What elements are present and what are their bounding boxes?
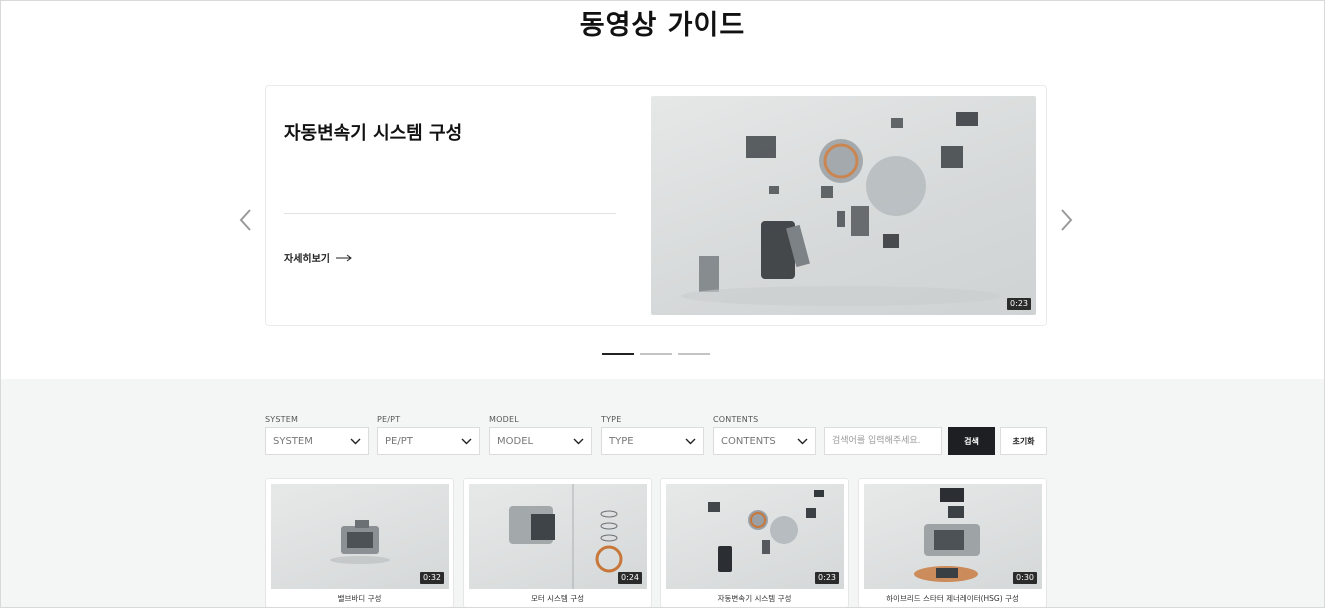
carousel-dot-1[interactable]: [602, 353, 634, 355]
carousel-prev-button[interactable]: [238, 207, 254, 237]
chevron-down-icon: [461, 438, 472, 444]
view-details-link[interactable]: 자세히보기: [284, 250, 352, 265]
chevron-down-icon: [685, 438, 696, 444]
type-select[interactable]: TYPE: [601, 427, 704, 455]
search-input[interactable]: [824, 427, 942, 455]
type-select-value: TYPE: [609, 435, 634, 447]
video-thumbnail: 0:30: [864, 484, 1042, 589]
chevron-down-icon: [797, 438, 808, 444]
chevron-left-icon: [239, 209, 251, 231]
carousel-pagination: [602, 353, 710, 355]
video-duration-badge: 0:23: [1007, 298, 1031, 310]
video-title: 밸브바디 구성: [337, 594, 382, 603]
view-details-label: 자세히보기: [284, 254, 330, 265]
featured-video-title: 자동변속기 시스템 구성: [284, 123, 463, 144]
video-title: 모터 시스템 구성: [530, 594, 585, 603]
video-card[interactable]: 0:24 모터 시스템 구성: [463, 478, 652, 608]
video-thumbnail: 0:23: [666, 484, 844, 589]
pept-select-value: PE/PT: [385, 435, 413, 447]
video-title: 하이브리드 스타터 제너레이터(HSG) 구성: [886, 594, 1019, 603]
video-card[interactable]: 0:30 하이브리드 스타터 제너레이터(HSG) 구성: [858, 478, 1047, 608]
chevron-right-icon: [1061, 209, 1073, 231]
divider: [284, 213, 616, 214]
video-title: 자동변속기 시스템 구성: [717, 594, 792, 603]
chevron-down-icon: [573, 438, 584, 444]
video-duration-badge: 0:24: [618, 572, 642, 584]
video-thumbnail: 0:24: [469, 484, 647, 589]
carousel-next-button[interactable]: [1058, 207, 1074, 237]
video-card[interactable]: 0:23 자동변속기 시스템 구성: [660, 478, 849, 608]
pept-select[interactable]: PE/PT: [377, 427, 480, 455]
search-button[interactable]: 검색: [948, 427, 995, 455]
system-select[interactable]: SYSTEM: [265, 427, 369, 455]
arrow-right-icon: [336, 254, 352, 261]
transmission-exploded-view-image: [681, 112, 1001, 306]
carousel-dot-3[interactable]: [678, 353, 710, 355]
video-thumbnail: 0:32: [271, 484, 449, 589]
video-duration-badge: 0:23: [815, 572, 839, 584]
featured-video-thumbnail[interactable]: 0:23: [651, 96, 1036, 315]
reset-button[interactable]: 초기화: [1000, 427, 1047, 455]
contents-select[interactable]: CONTENTS: [713, 427, 816, 455]
contents-select-value: CONTENTS: [721, 435, 776, 447]
filter-label-pept: PE/PT: [377, 415, 401, 424]
model-select-value: MODEL: [497, 435, 534, 447]
filter-label-contents: CONTENTS: [713, 415, 759, 424]
page-title: 동영상 가이드: [579, 10, 746, 41]
filter-label-system: SYSTEM: [265, 415, 299, 424]
system-select-value: SYSTEM: [273, 435, 313, 447]
video-duration-badge: 0:30: [1013, 572, 1037, 584]
video-duration-badge: 0:32: [420, 572, 444, 584]
featured-video-card: 자동변속기 시스템 구성 자세히보기 0:23: [265, 85, 1047, 326]
carousel-dot-2[interactable]: [640, 353, 672, 355]
chevron-down-icon: [350, 438, 361, 444]
video-card[interactable]: 0:32 밸브바디 구성: [265, 478, 454, 608]
filter-label-model: MODEL: [489, 415, 519, 424]
filter-label-type: TYPE: [601, 415, 622, 424]
model-select[interactable]: MODEL: [489, 427, 592, 455]
